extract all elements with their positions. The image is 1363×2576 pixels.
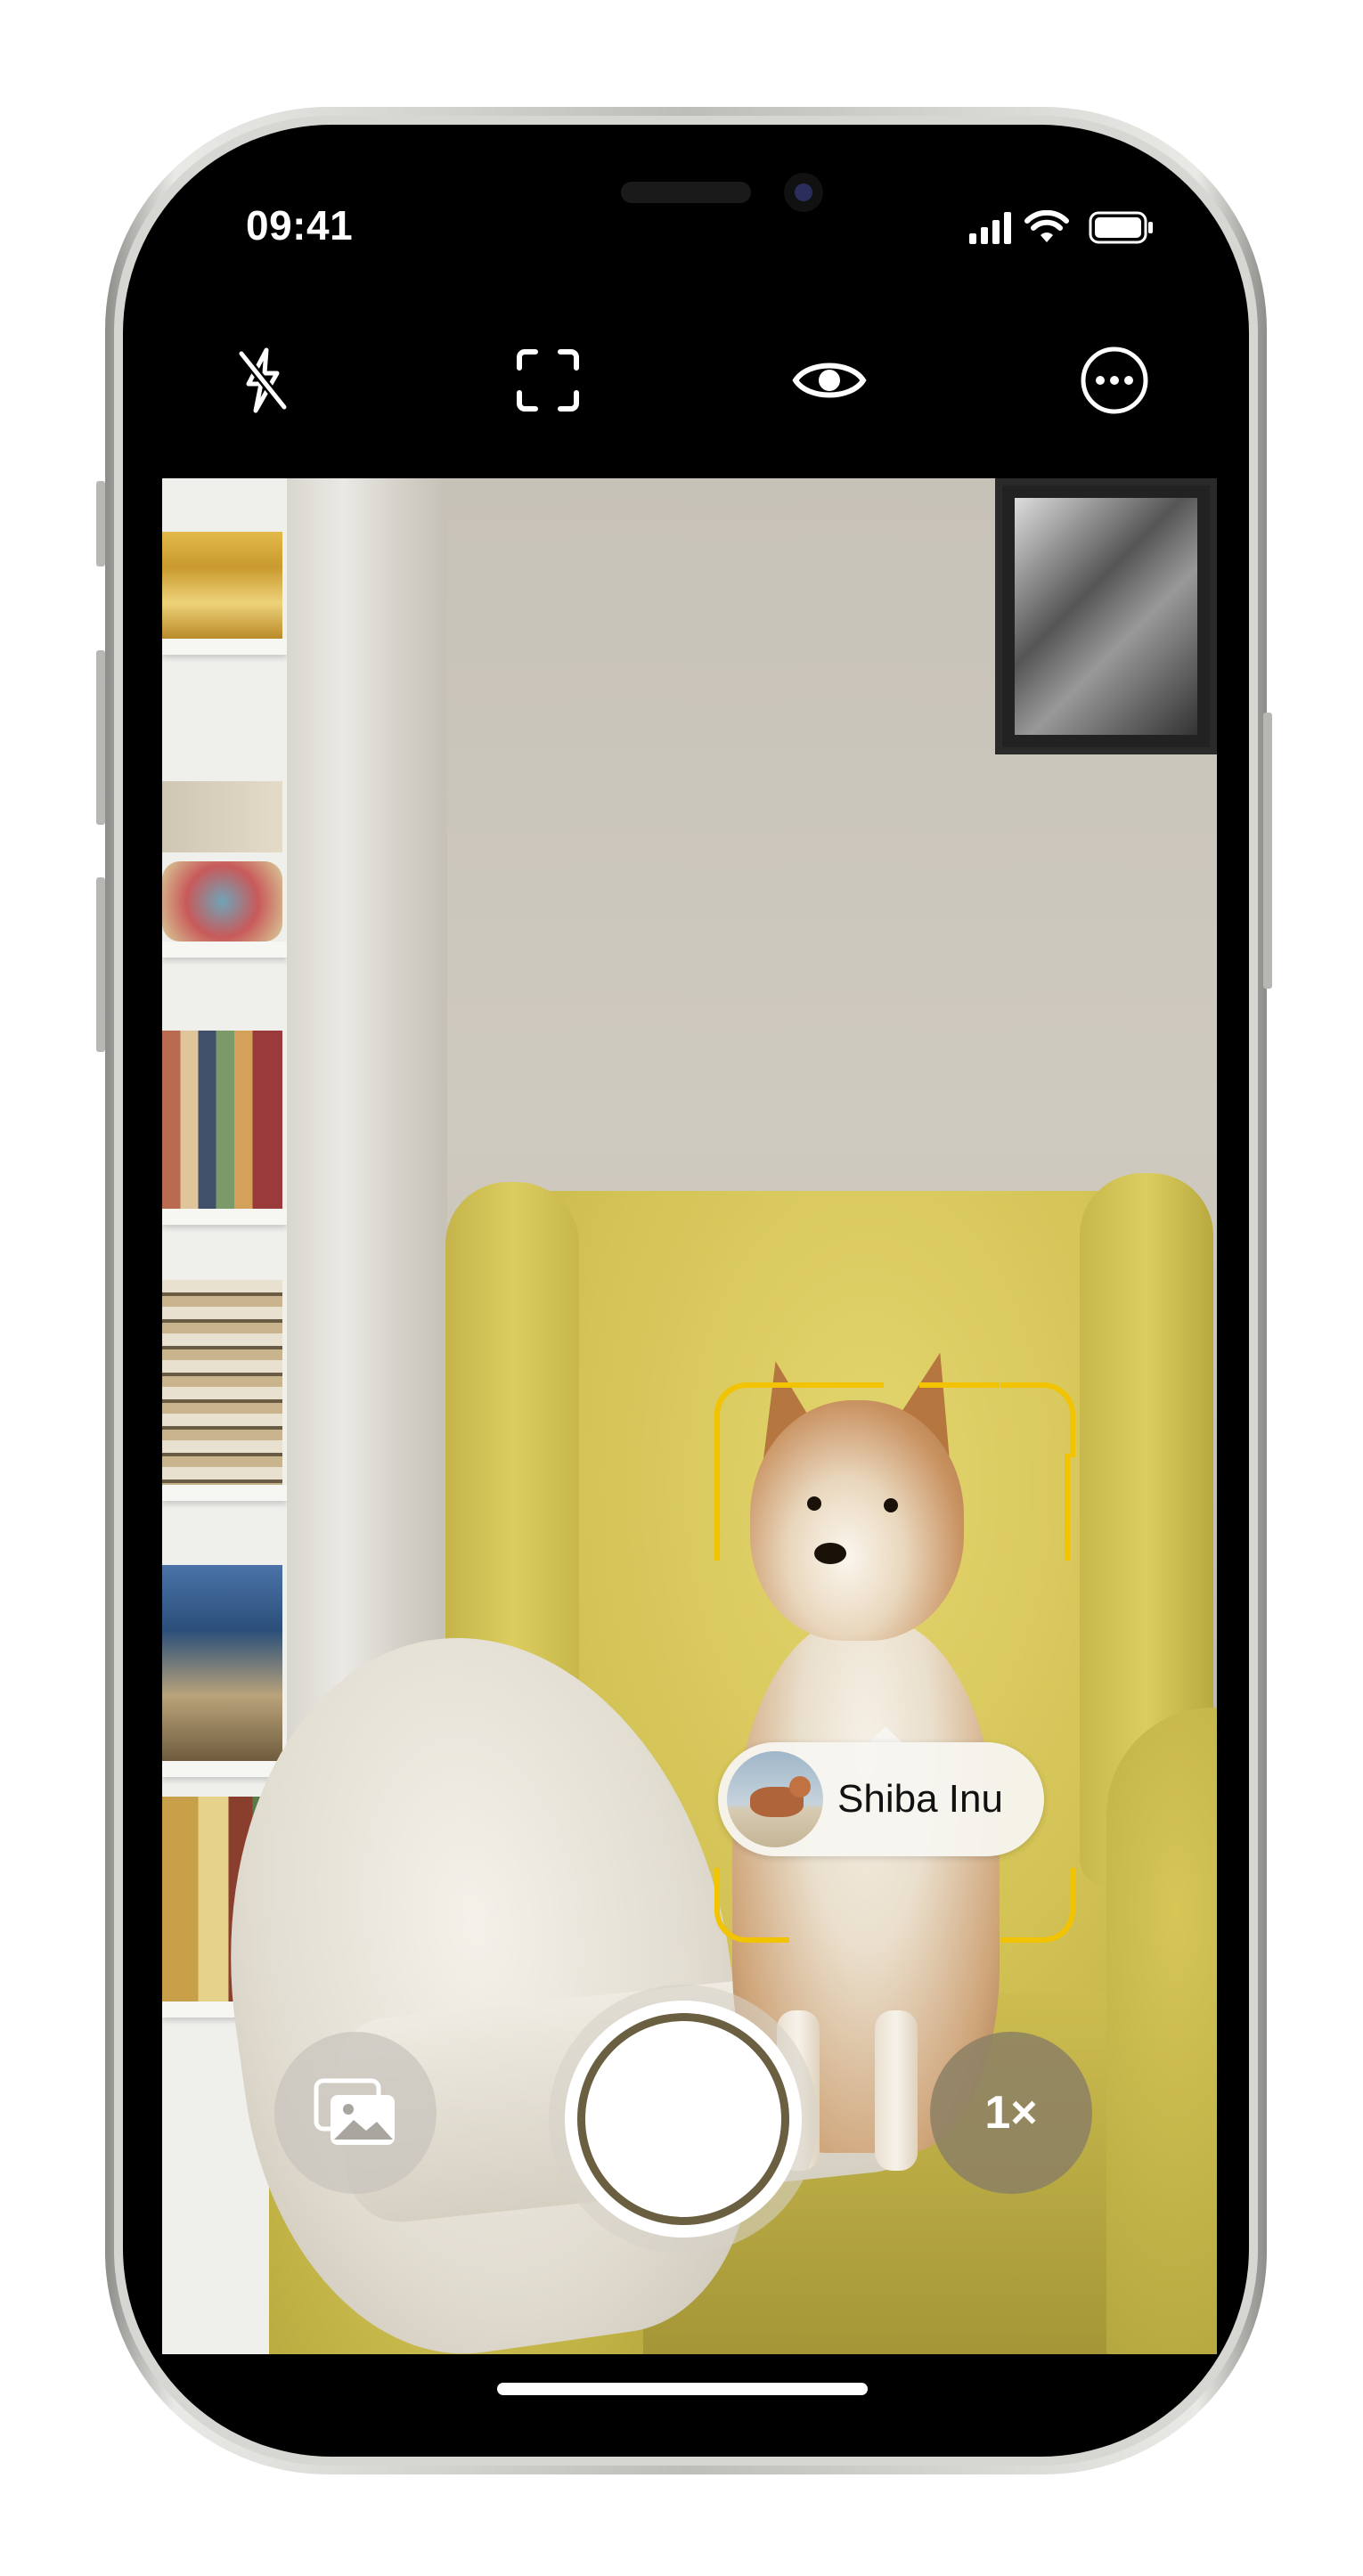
scan-frame-button[interactable] bbox=[508, 340, 588, 420]
focus-bracket-top-left bbox=[714, 1382, 789, 1457]
scan-frame-icon bbox=[517, 349, 579, 412]
zoom-label: 1× bbox=[984, 2087, 1038, 2139]
power-button bbox=[1263, 713, 1272, 989]
focus-bracket-bottom-left bbox=[714, 1868, 789, 1943]
home-indicator[interactable] bbox=[497, 2383, 868, 2395]
focus-bracket-bottom-right bbox=[1000, 1868, 1075, 1943]
result-label: Shiba Inu bbox=[837, 1777, 1003, 1821]
visual-lookup-result[interactable]: Shiba Inu bbox=[718, 1742, 1044, 1856]
focus-bracket-right-segment bbox=[1065, 1454, 1070, 1561]
volume-down-button bbox=[96, 877, 105, 1052]
label-pointer bbox=[869, 1726, 902, 1742]
photo-library-button[interactable] bbox=[274, 2032, 437, 2194]
armchair-arm-right bbox=[1106, 1708, 1217, 2354]
focus-bracket-top-segment-left bbox=[786, 1382, 884, 1388]
shutter-button[interactable] bbox=[585, 2021, 781, 2217]
zoom-button[interactable]: 1× bbox=[930, 2032, 1092, 2194]
more-options-button[interactable] bbox=[1074, 340, 1155, 420]
focus-bracket-left-segment bbox=[714, 1454, 720, 1561]
front-camera bbox=[784, 173, 823, 212]
silent-switch bbox=[96, 481, 105, 567]
cellular-signal-icon bbox=[969, 212, 1011, 244]
focus-bracket-top-segment-right bbox=[919, 1382, 1000, 1388]
status-time: 09:41 bbox=[246, 202, 354, 249]
visual-lookup-button[interactable] bbox=[789, 340, 869, 420]
battery-icon bbox=[1089, 211, 1153, 244]
volume-up-button bbox=[96, 650, 105, 825]
wifi-icon bbox=[1024, 210, 1069, 242]
flash-off-icon bbox=[238, 347, 288, 413]
flash-toggle-button[interactable] bbox=[223, 340, 303, 420]
wall-picture-frame bbox=[995, 478, 1217, 754]
result-thumbnail bbox=[727, 1751, 823, 1847]
dog-leg-right bbox=[875, 2010, 918, 2171]
eye-icon bbox=[792, 363, 867, 398]
earpiece-speaker bbox=[621, 182, 751, 203]
more-options-icon bbox=[1081, 346, 1148, 414]
focus-bracket-top-right bbox=[1000, 1382, 1075, 1457]
photo-library-icon bbox=[314, 2078, 395, 2145]
